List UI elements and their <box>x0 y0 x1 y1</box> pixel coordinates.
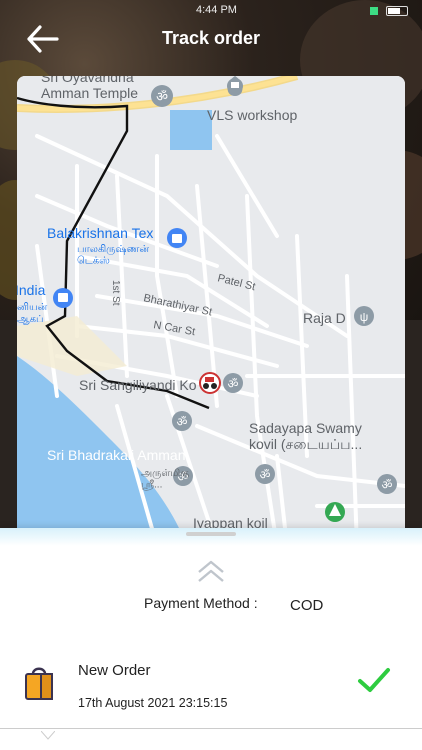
om-pin-icon: ॐ <box>172 411 192 431</box>
chevron-down-icon <box>40 728 56 740</box>
right-temple-pin-icon: ॐ <box>377 474 397 494</box>
map-label-balakrishnan: Balakrishnan Tex <box>47 225 153 241</box>
battery-icon <box>386 6 408 16</box>
svg-text:ॐ: ॐ <box>228 377 239 391</box>
map-label-bhadrakali: Sri Bhadrakali Amman <box>47 447 186 463</box>
map-label-first-st: 1st St <box>110 280 121 306</box>
svg-text:ॐ: ॐ <box>382 478 393 492</box>
temple-pin-icon: ॐ <box>151 85 173 107</box>
shopping-bag-icon <box>24 666 54 700</box>
payment-method-label: Payment Method : <box>144 595 258 611</box>
tracking-map[interactable]: ॐ ψ ॐ ॐ ॐ ॐ ॐ Sri Oyavandha Amman Temple… <box>17 76 405 546</box>
raja-pin-icon: ψ <box>354 306 374 326</box>
sheet-top-gradient <box>0 528 422 546</box>
map-label-raja: Raja D <box>303 310 346 326</box>
svg-text:ॐ: ॐ <box>260 468 271 482</box>
bus-stop-pin-icon <box>53 288 73 308</box>
order-date-text: 17th August 2021 23:15:15 <box>78 696 228 710</box>
sadayapa-pin-icon: ॐ <box>255 464 275 484</box>
checkmark-icon <box>356 666 392 696</box>
payment-method-value: COD <box>290 597 324 614</box>
status-bar: 4:44 PM <box>0 2 422 18</box>
page-title: Track order <box>161 28 261 48</box>
svg-text:ॐ: ॐ <box>177 415 188 429</box>
svg-text:ॐ: ॐ <box>156 90 168 105</box>
park-pin-icon <box>325 502 345 522</box>
sheet-drag-handle[interactable] <box>186 532 236 536</box>
row-divider <box>0 728 422 729</box>
map-label-temple: Sri Oyavandha Amman Temple <box>41 76 138 101</box>
map-label-sangiliyandi: Sri Sangiliyandi Ko <box>79 377 197 393</box>
map-label-india: India <box>17 282 46 298</box>
map-label-sadayapa: Sadayapa Swamy kovil (சடையப்ப... <box>249 420 362 452</box>
order-status-row: New Order 17th August 2021 23:15:15 <box>0 660 422 720</box>
delivery-vehicle-icon <box>199 372 221 394</box>
shopping-pin-icon <box>167 228 187 248</box>
chevron-up-icon[interactable] <box>196 558 226 584</box>
app-header: Track order <box>0 18 422 62</box>
map-label-india-tamil-2: ஆகப் <box>17 314 43 325</box>
order-bottom-sheet[interactable]: Payment Method : COD New Order 17th Augu… <box>0 528 422 750</box>
map-label-vls: VLS workshop <box>207 107 297 123</box>
pond-area <box>170 110 212 150</box>
sangiliyandi-pin-icon: ॐ <box>223 373 243 393</box>
order-status-text: New Order <box>78 662 151 679</box>
map-label-india-tamil-1: னியன் <box>17 302 48 313</box>
status-time: 4:44 PM <box>196 4 237 16</box>
signal-icon <box>370 7 378 15</box>
svg-text:ψ: ψ <box>360 310 369 324</box>
